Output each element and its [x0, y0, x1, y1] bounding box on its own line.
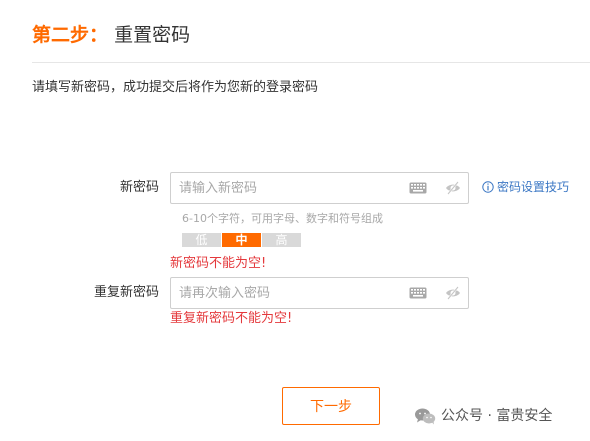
password-tips-label[interactable]: 密码设置技巧 [497, 179, 569, 195]
wechat-icon [415, 408, 436, 425]
step-title: 重置密码 [114, 24, 191, 46]
password-strength-meter: 低 中 高 [182, 233, 301, 247]
confirm-password-input[interactable] [179, 284, 399, 302]
strength-high: 高 [262, 233, 301, 247]
new-password-input[interactable] [179, 179, 399, 197]
new-password-error: 新密码不能为空! [170, 256, 267, 271]
instruction-text: 请填写新密码，成功提交后将作为您新的登录密码 [32, 80, 319, 95]
header-divider [32, 62, 590, 63]
strength-medium: 中 [222, 233, 261, 247]
next-step-button[interactable]: 下一步 [282, 387, 380, 425]
eye-off-icon[interactable] [445, 285, 461, 301]
new-password-field [170, 172, 469, 204]
watermark: 公众号 · 富贵安全 [414, 407, 552, 425]
info-icon [482, 181, 494, 193]
confirm-password-error: 重复新密码不能为空! [170, 311, 293, 326]
keyboard-icon[interactable] [409, 287, 427, 299]
confirm-password-field [170, 277, 469, 309]
watermark-text: 公众号 · 富贵安全 [441, 408, 553, 424]
password-tips-link[interactable]: 密码设置技巧 [482, 179, 569, 195]
confirm-password-label: 重复新密码 [93, 285, 159, 300]
step-number: 第二步： [32, 24, 109, 46]
new-password-label: 新密码 [119, 180, 159, 195]
page-title: 第二步： 重置密码 [32, 22, 190, 48]
strength-low: 低 [182, 233, 221, 247]
keyboard-icon[interactable] [409, 182, 427, 194]
eye-off-icon[interactable] [445, 180, 461, 196]
password-hint: 6-10个字符，可用字母、数字和符号组成 [182, 212, 383, 225]
